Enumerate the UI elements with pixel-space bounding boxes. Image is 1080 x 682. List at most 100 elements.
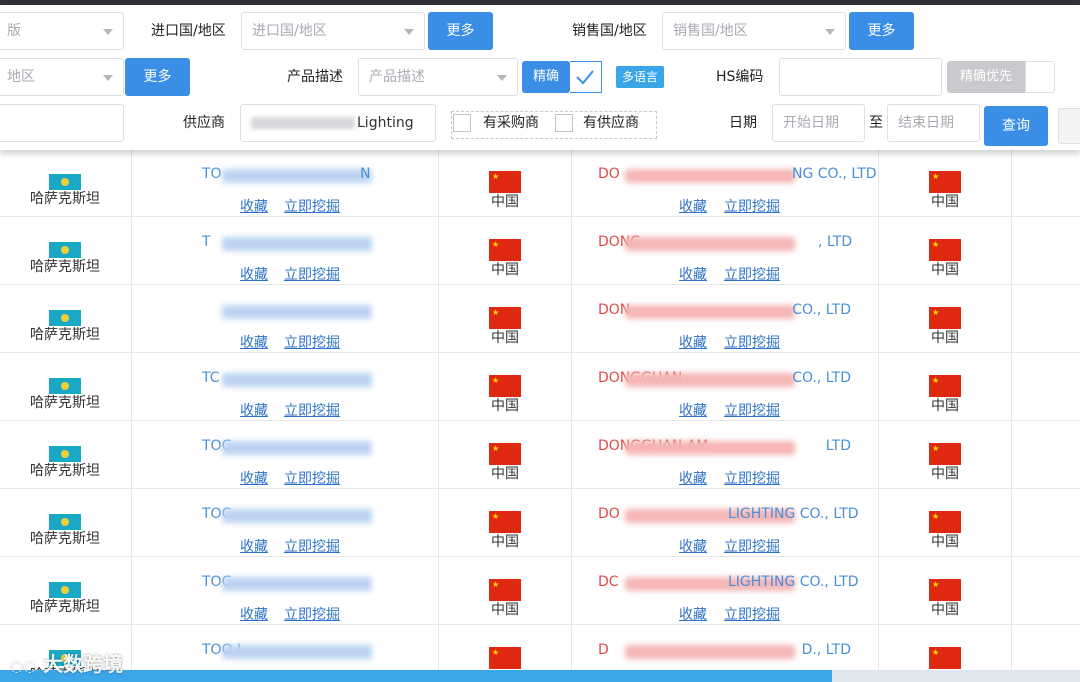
buyer-name-prefix[interactable]: T [202, 234, 211, 250]
product-desc-select[interactable]: 产品描述 [358, 58, 518, 96]
mine-now-link[interactable]: 立即挖掘 [284, 264, 340, 284]
mine-now-link[interactable]: 立即挖掘 [724, 264, 780, 284]
mine-now-link[interactable]: 立即挖掘 [724, 332, 780, 352]
supplier-name-prefix[interactable]: DC [598, 574, 619, 590]
china-flag-icon: ★ [929, 443, 961, 465]
destination-country: 中国 [931, 330, 959, 346]
query-button[interactable]: 查询 [984, 106, 1048, 146]
favorite-link[interactable]: 收藏 [240, 604, 268, 624]
end-date-input[interactable]: 结束日期 [887, 104, 980, 142]
mine-now-link[interactable]: 立即挖掘 [724, 536, 780, 556]
china-flag-icon: ★ [489, 511, 521, 533]
origin-country: 中国 [491, 194, 519, 210]
start-date-input[interactable]: 开始日期 [772, 104, 865, 142]
has-buyer-label: 有采购商 [483, 115, 539, 131]
redacted-text [222, 373, 372, 387]
mine-now-link[interactable]: 立即挖掘 [724, 468, 780, 488]
partial-select-row1[interactable]: 版 [0, 12, 124, 50]
table-row: 哈萨克斯坦 TOC 收藏 立即挖掘 ★ 中国 DC LIGHTING CO., … [0, 557, 1080, 625]
date-to-label: 至 [869, 115, 883, 131]
chevron-down-icon [103, 75, 113, 81]
partial-select-row2[interactable]: 地区 [0, 58, 124, 96]
has-supplier-checkbox[interactable] [555, 114, 573, 132]
precise-button[interactable]: 精确 [522, 61, 570, 93]
reset-button[interactable] [1058, 108, 1080, 144]
region-more-button[interactable]: 更多 [125, 58, 190, 96]
favorite-link[interactable]: 收藏 [240, 536, 268, 556]
favorite-link[interactable]: 收藏 [679, 332, 707, 352]
sales-country-label: 销售国/地区 [572, 23, 647, 39]
mine-now-link[interactable]: 立即挖掘 [284, 196, 340, 216]
column-divider [438, 150, 439, 682]
destination-country: 中国 [931, 262, 959, 278]
horizontal-scrollbar[interactable] [0, 670, 1080, 682]
precise-toggle[interactable] [570, 61, 602, 93]
buyer-country: 哈萨克斯坦 [30, 531, 100, 547]
supplier-input[interactable]: Lighting [240, 104, 436, 142]
scrollbar-thumb[interactable] [0, 670, 832, 682]
check-icon [576, 70, 594, 85]
sales-country-select[interactable]: 销售国/地区 [662, 12, 846, 50]
precise-priority-button[interactable]: 精确优先 [947, 61, 1025, 93]
china-flag-icon: ★ [929, 375, 961, 397]
supplier-name-prefix[interactable]: D [598, 642, 609, 658]
multilang-badge[interactable]: 多语言 [616, 66, 664, 88]
supplier-name-prefix[interactable]: DO [598, 506, 620, 522]
supplier-name-suffix[interactable]: CO., LTD [792, 370, 851, 386]
favorite-link[interactable]: 收藏 [679, 400, 707, 420]
favorite-link[interactable]: 收藏 [240, 332, 268, 352]
filter-panel: 版 进口国/地区 进口国/地区 更多 销售国/地区 销售国/地区 更多 地区 更… [0, 5, 1080, 150]
supplier-name-suffix[interactable]: , LTD [818, 234, 852, 250]
favorite-link[interactable]: 收藏 [679, 604, 707, 624]
has-buyer-checkbox[interactable] [453, 114, 471, 132]
favorite-link[interactable]: 收藏 [240, 400, 268, 420]
buyer-name-prefix[interactable]: TO [202, 166, 222, 182]
favorite-link[interactable]: 收藏 [679, 264, 707, 284]
chevron-down-icon [404, 29, 414, 35]
china-flag-icon: ★ [489, 579, 521, 601]
mine-now-link[interactable]: 立即挖掘 [724, 196, 780, 216]
china-flag-icon: ★ [929, 171, 961, 193]
origin-country: 中国 [491, 466, 519, 482]
supplier-name-suffix[interactable]: LIGHTING CO., LTD [728, 506, 859, 522]
redacted-text [222, 305, 372, 319]
partial-input-row3[interactable] [0, 104, 124, 142]
mine-now-link[interactable]: 立即挖掘 [284, 468, 340, 488]
supplier-name-suffix[interactable]: CO., LTD [792, 302, 851, 318]
mine-now-link[interactable]: 立即挖掘 [284, 604, 340, 624]
favorite-link[interactable]: 收藏 [679, 196, 707, 216]
favorite-link[interactable]: 收藏 [240, 264, 268, 284]
table-row: 哈萨克斯坦 TOC 收藏 立即挖掘 ★ 中国 DO LIGHTING CO., … [0, 489, 1080, 557]
column-divider [1011, 150, 1012, 682]
mine-now-link[interactable]: 立即挖掘 [284, 400, 340, 420]
redacted-text [625, 237, 795, 251]
supplier-name-suffix[interactable]: LIGHTING CO., LTD [728, 574, 859, 590]
mine-now-link[interactable]: 立即挖掘 [724, 604, 780, 624]
mine-now-link[interactable]: 立即挖掘 [284, 332, 340, 352]
favorite-link[interactable]: 收藏 [679, 536, 707, 556]
supplier-name-suffix[interactable]: D., LTD [792, 642, 851, 658]
precise-priority-toggle[interactable] [1025, 61, 1055, 93]
favorite-link[interactable]: 收藏 [240, 196, 268, 216]
china-flag-icon: ★ [929, 239, 961, 261]
hs-code-label: HS编码 [716, 69, 764, 85]
china-flag-icon: ★ [489, 239, 521, 261]
table-row: 哈萨克斯坦 TOC 收藏 立即挖掘 ★ 中国 DONGGUAN AM LTD 收… [0, 421, 1080, 489]
column-divider [131, 150, 132, 682]
hs-code-input[interactable] [779, 58, 942, 96]
sales-more-button[interactable]: 更多 [849, 12, 914, 50]
redacted-text [625, 645, 795, 659]
date-label: 日期 [729, 115, 757, 131]
favorite-link[interactable]: 收藏 [240, 468, 268, 488]
buyer-name-prefix[interactable]: TC [202, 370, 220, 386]
supplier-name-suffix[interactable]: NG CO., LTD [792, 166, 877, 182]
import-more-button[interactable]: 更多 [428, 12, 493, 50]
buyer-name-suffix[interactable]: N [360, 166, 370, 182]
supplier-name-suffix[interactable]: LTD [792, 438, 851, 454]
supplier-name-prefix[interactable]: DO [598, 166, 620, 182]
favorite-link[interactable]: 收藏 [679, 468, 707, 488]
mine-now-link[interactable]: 立即挖掘 [284, 536, 340, 556]
mine-now-link[interactable]: 立即挖掘 [724, 400, 780, 420]
buyer-country: 哈萨克斯坦 [30, 463, 100, 479]
import-country-select[interactable]: 进口国/地区 [241, 12, 425, 50]
